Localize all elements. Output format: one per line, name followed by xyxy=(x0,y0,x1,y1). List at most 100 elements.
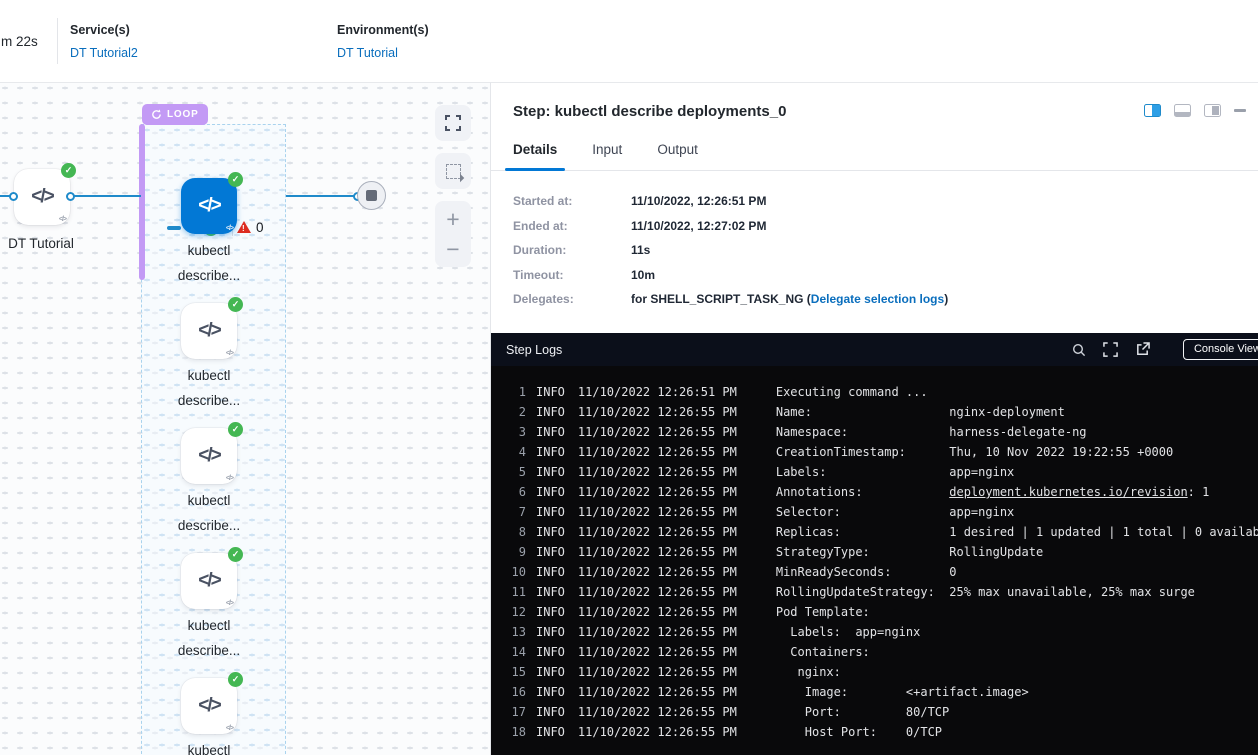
step-logs-output: 1INFO11/10/2022 12:26:51 PMExecuting com… xyxy=(491,366,1258,755)
log-level: INFO xyxy=(536,442,565,462)
end-node xyxy=(357,181,386,210)
delegate-selection-logs-link[interactable]: Delegate selection logs xyxy=(811,292,944,306)
step-details-panel: Step: kubectl describe deployments_0 Det… xyxy=(491,82,1258,755)
log-line-number: 13 xyxy=(491,622,526,642)
view-minimized-right-button[interactable] xyxy=(1204,104,1221,117)
search-icon xyxy=(1072,343,1086,357)
log-level: INFO xyxy=(536,702,565,722)
environment-label: Environment(s) xyxy=(337,23,429,37)
detail-label: Started at: xyxy=(513,194,631,210)
log-line: 17INFO11/10/2022 12:26:55 PM Port: 80/TC… xyxy=(491,702,1258,722)
stop-icon xyxy=(366,190,377,201)
canvas-marquee-select-button[interactable] xyxy=(435,153,471,189)
log-line-number: 2 xyxy=(491,402,526,422)
success-badge-icon: ✓ xyxy=(228,172,243,187)
execution-header: m 22s Service(s) DT Tutorial2 Environmen… xyxy=(0,0,1258,82)
tab-input[interactable]: Input xyxy=(592,142,622,170)
log-message: Image: <+artifact.image> xyxy=(776,682,1029,702)
log-level: INFO xyxy=(536,542,565,562)
shell-script-mini-icon: </> xyxy=(59,216,66,223)
zoom-out-button[interactable]: − xyxy=(435,231,471,267)
service-label: Service(s) xyxy=(70,23,138,37)
log-line-number: 4 xyxy=(491,442,526,462)
view-split-right-button[interactable] xyxy=(1144,104,1161,117)
log-message: Host Port: 0/TCP xyxy=(776,722,942,742)
log-line: 15INFO11/10/2022 12:26:55 PM nginx: xyxy=(491,662,1258,682)
detail-value: 11/10/2022, 12:27:02 PM xyxy=(631,219,766,235)
log-timestamp: 11/10/2022 12:26:55 PM xyxy=(578,482,737,502)
node-label: kubectl describe... xyxy=(146,738,272,755)
log-message: Pod Template: xyxy=(776,602,870,622)
log-timestamp: 11/10/2022 12:26:55 PM xyxy=(578,662,737,682)
log-line-number: 7 xyxy=(491,502,526,522)
log-line: 8INFO11/10/2022 12:26:55 PMReplicas: 1 d… xyxy=(491,522,1258,542)
log-line: 9INFO11/10/2022 12:26:55 PMStrategyType:… xyxy=(491,542,1258,562)
node-kubectl-describe[interactable]: </>✓</> xyxy=(181,428,237,484)
step-logs-title: Step Logs xyxy=(506,343,562,357)
console-view-button[interactable]: Console View xyxy=(1183,339,1258,360)
panel-view-controls xyxy=(1144,104,1246,117)
step-details: Started at:11/10/2022, 12:26:51 PMEnded … xyxy=(491,171,1258,333)
success-badge-icon: ✓ xyxy=(61,163,76,178)
detail-label: Delegates: xyxy=(513,292,631,308)
tab-details[interactable]: Details xyxy=(513,142,557,170)
pipeline-canvas[interactable]: LOOP </> ✓ </> DT Tutorial k. ✓ 9 ! 0 xyxy=(0,82,491,755)
log-line: 3INFO11/10/2022 12:26:55 PMNamespace: ha… xyxy=(491,422,1258,442)
environment-link[interactable]: DT Tutorial xyxy=(337,46,398,60)
log-message: Selector: app=nginx xyxy=(776,502,1014,522)
detail-row: Duration:11s xyxy=(513,243,1236,259)
node-kubectl-describe[interactable]: </>✓</> xyxy=(181,178,237,234)
log-message: Namespace: harness-delegate-ng xyxy=(776,422,1087,442)
log-search-button[interactable] xyxy=(1072,343,1086,357)
shell-script-mini-icon: </> xyxy=(226,225,233,232)
log-level: INFO xyxy=(536,502,565,522)
node-kubectl-describe[interactable]: </>✓</> xyxy=(181,553,237,609)
log-message: Name: nginx-deployment xyxy=(776,402,1065,422)
log-timestamp: 11/10/2022 12:26:55 PM xyxy=(578,682,737,702)
collapse-group-button[interactable] xyxy=(167,226,181,230)
log-level: INFO xyxy=(536,682,565,702)
open-in-new-icon xyxy=(1135,342,1150,357)
log-line: 7INFO11/10/2022 12:26:55 PMSelector: app… xyxy=(491,502,1258,522)
shell-script-mini-icon: </> xyxy=(226,475,233,482)
log-message: nginx: xyxy=(776,662,841,682)
port-left xyxy=(9,192,18,201)
detail-row: Ended at:11/10/2022, 12:27:02 PM xyxy=(513,219,1236,235)
canvas-fullscreen-button[interactable] xyxy=(435,105,471,141)
log-level: INFO xyxy=(536,722,565,742)
log-timestamp: 11/10/2022 12:26:55 PM xyxy=(578,562,737,582)
log-line: 18INFO11/10/2022 12:26:55 PM Host Port: … xyxy=(491,722,1258,742)
view-bottom-button[interactable] xyxy=(1174,104,1191,117)
log-message: RollingUpdateStrategy: 25% max unavailab… xyxy=(776,582,1195,602)
detail-label: Duration: xyxy=(513,243,631,259)
log-timestamp: 11/10/2022 12:26:55 PM xyxy=(578,622,737,642)
log-timestamp: 11/10/2022 12:26:51 PM xyxy=(578,382,737,402)
detail-tabs: Details Input Output xyxy=(491,142,1258,171)
log-level: INFO xyxy=(536,482,565,502)
harness-execution-view: m 22s Service(s) DT Tutorial2 Environmen… xyxy=(0,0,1258,755)
service-link[interactable]: DT Tutorial2 xyxy=(70,46,138,60)
collapse-panel-button[interactable] xyxy=(1234,109,1246,112)
node-kubectl-describe[interactable]: </>✓</> xyxy=(181,678,237,734)
node-kubectl-describe[interactable]: </>✓</> xyxy=(181,303,237,359)
step-title: Step: kubectl describe deployments_0 xyxy=(513,103,786,120)
success-badge-icon: ✓ xyxy=(228,297,243,312)
log-fullscreen-button[interactable] xyxy=(1103,342,1118,357)
log-timestamp: 11/10/2022 12:26:55 PM xyxy=(578,642,737,662)
shell-script-mini-icon: </> xyxy=(226,725,233,732)
log-open-new-tab-button[interactable] xyxy=(1135,342,1150,357)
node-label: kubectl describe... xyxy=(146,613,272,663)
expand-icon xyxy=(1103,342,1118,357)
loop-container-bar xyxy=(139,124,145,280)
detail-row: Timeout:10m xyxy=(513,268,1236,284)
log-message: Containers: xyxy=(776,642,870,662)
node-label: DT Tutorial xyxy=(0,231,104,256)
group-failed-count: 0 xyxy=(256,220,264,235)
tab-output[interactable]: Output xyxy=(657,142,698,170)
log-level: INFO xyxy=(536,622,565,642)
environment-block: Environment(s) DT Tutorial xyxy=(337,23,429,62)
node-dt-tutorial[interactable]: </> ✓ </> xyxy=(14,169,70,225)
log-link[interactable]: deployment.kubernetes.io/revision xyxy=(949,485,1187,499)
port-right xyxy=(66,192,75,201)
log-message: MinReadySeconds: 0 xyxy=(776,562,957,582)
